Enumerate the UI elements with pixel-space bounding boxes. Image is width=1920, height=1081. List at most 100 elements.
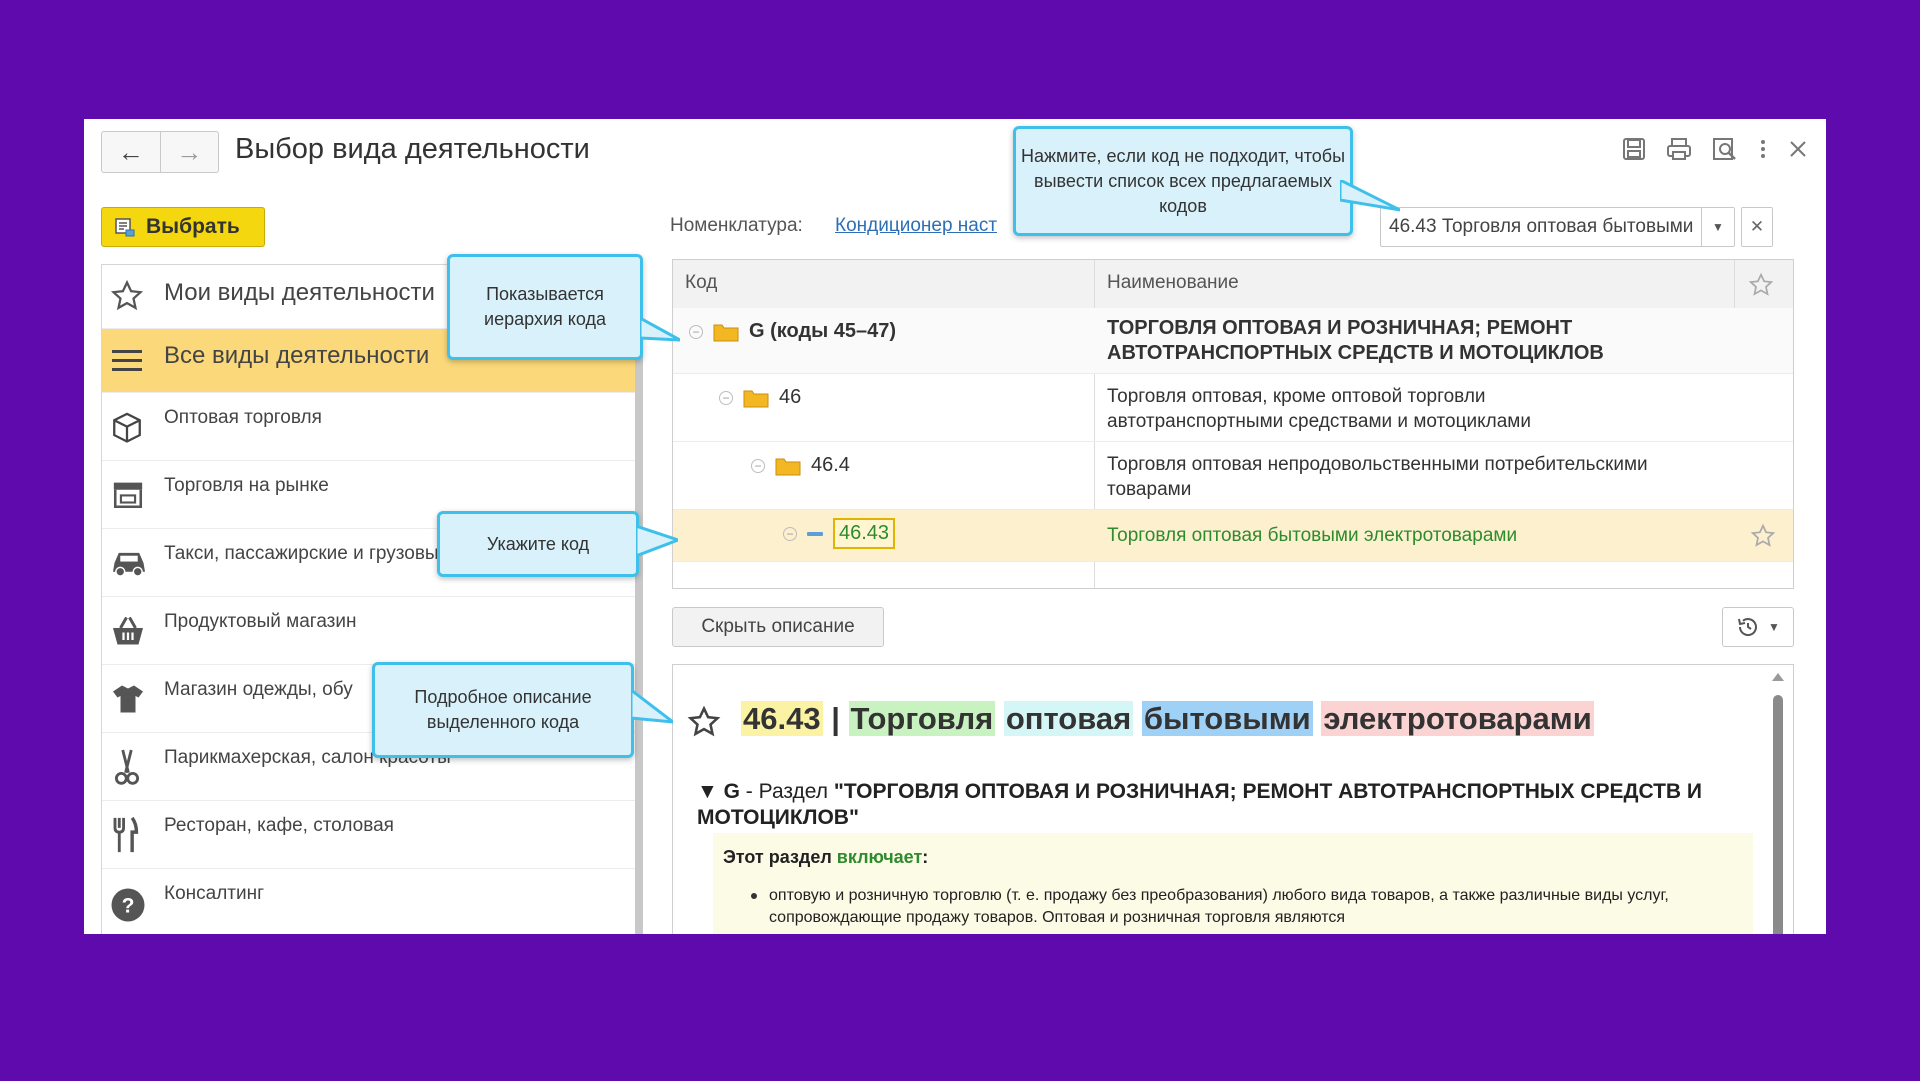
- save-icon[interactable]: [1622, 137, 1646, 161]
- callout-pointer: [640, 318, 680, 342]
- header-toolbar: [1622, 137, 1808, 161]
- description-pane: 46.43 | Торговля оптовая бытовыми электр…: [672, 664, 1794, 934]
- callout-details: Подробное описание выделенного кода: [372, 662, 634, 758]
- row-code: 46.4: [811, 454, 850, 476]
- sidebar-item-grocery[interactable]: Продуктовый магазин: [102, 597, 636, 665]
- question-icon: ?: [111, 888, 145, 922]
- callout-specify-code: Укажите код: [437, 511, 639, 577]
- back-button[interactable]: ←: [102, 132, 161, 172]
- clothing-icon: [113, 685, 143, 713]
- description-word: оптовая: [1003, 701, 1134, 736]
- row-name: Торговля оптовая непродовольственными по…: [1107, 454, 1648, 500]
- star-icon: [110, 279, 144, 311]
- forward-button[interactable]: →: [161, 132, 219, 172]
- code-select[interactable]: 46.43 Торговля оптовая бытовыми ▼: [1380, 207, 1735, 247]
- row-name: ТОРГОВЛЯ ОПТОВАЯ И РОЗНИЧНАЯ; РЕМОНТ АВТ…: [1107, 317, 1604, 364]
- select-icon: [115, 218, 135, 237]
- collapse-icon[interactable]: −: [751, 458, 765, 473]
- sidebar-item-label: Оптовая торговля: [164, 407, 322, 428]
- chevron-down-icon: ▼: [1712, 220, 1724, 234]
- includes-suffix: :: [922, 847, 929, 867]
- nomenclature-label: Номенклатура:: [670, 215, 803, 236]
- collapse-icon[interactable]: −: [689, 324, 703, 339]
- row-code: 46: [779, 386, 802, 408]
- sidebar-item-label: Все виды деятельности: [164, 342, 430, 369]
- description-code: 46.43: [741, 701, 823, 736]
- description-title: 46.43 | Торговля оптовая бытовыми электр…: [741, 701, 1594, 737]
- description-word: Торговля: [848, 701, 996, 736]
- includes-prefix: Этот раздел: [723, 847, 837, 867]
- leaf-item-icon: [807, 531, 823, 536]
- section-label: - Раздел: [739, 780, 834, 803]
- table-header: Код Наименование: [673, 260, 1793, 309]
- sidebar-item-label: Магазин одежды, обу: [164, 679, 353, 700]
- arrow-left-icon: ←: [117, 136, 144, 167]
- market-stall-icon: [113, 482, 143, 509]
- folder-icon: [775, 458, 801, 475]
- collapse-icon: −: [783, 526, 797, 541]
- collapse-icon[interactable]: −: [719, 390, 733, 405]
- nomenclature-link[interactable]: Кондиционер наст: [835, 215, 997, 237]
- history-icon: [1738, 618, 1758, 636]
- fork-knife-icon: [113, 816, 139, 853]
- window-title: Выбор вида деятельности: [235, 133, 590, 165]
- section-prefix: ▼ G: [697, 780, 740, 803]
- activity-selection-window: ← → Выбор вида деятельности Выбрать Мои …: [84, 119, 1826, 934]
- column-header-name[interactable]: Наименование: [1107, 272, 1239, 294]
- sidebar-item-label: Торговля на рынке: [164, 475, 329, 496]
- row-code: G (коды 45–47): [749, 320, 897, 342]
- menu-icon: [112, 350, 142, 371]
- row-name: Торговля оптовая, кроме оптовой торговли…: [1107, 386, 1531, 432]
- basket-icon: [113, 616, 143, 645]
- scissors-icon: [114, 749, 140, 785]
- table-row[interactable]: − 46.4 Торговля оптовая непродовольствен…: [673, 442, 1793, 510]
- sidebar-item-wholesale[interactable]: Оптовая торговля: [102, 393, 636, 461]
- column-header-code[interactable]: Код: [685, 272, 717, 294]
- star-icon[interactable]: [687, 705, 721, 739]
- close-icon[interactable]: [1788, 139, 1808, 159]
- dropdown-button[interactable]: ▼: [1701, 208, 1734, 246]
- svg-text:?: ?: [122, 895, 135, 918]
- print-icon[interactable]: [1666, 137, 1692, 161]
- description-section[interactable]: ▼ G - Раздел "ТОРГОВЛЯ ОПТОВАЯ И РОЗНИЧН…: [697, 779, 1737, 831]
- sidebar-item-label: Консалтинг: [164, 883, 265, 904]
- clear-code-button[interactable]: ✕: [1741, 207, 1773, 247]
- nav-buttons: ← →: [101, 131, 219, 173]
- section-title: "ТОРГОВЛЯ ОПТОВАЯ И РОЗНИЧНАЯ; РЕМОНТ АВ…: [697, 780, 1703, 829]
- description-word: бытовыми: [1141, 701, 1313, 736]
- table-row-selected[interactable]: − 46.43 Торговля оптовая бытовыми электр…: [673, 510, 1793, 562]
- row-name: Торговля оптовая бытовыми электротоварам…: [1107, 525, 1518, 546]
- code-select-value: 46.43 Торговля оптовая бытовыми: [1389, 216, 1694, 237]
- preview-icon[interactable]: [1712, 137, 1738, 161]
- select-button[interactable]: Выбрать: [101, 207, 265, 247]
- star-icon[interactable]: [1750, 523, 1776, 549]
- chevron-down-icon: ▼: [1768, 620, 1780, 634]
- callout-pointer: [1340, 180, 1400, 212]
- activity-code-table: Код Наименование − G (коды 45–47) ТОРГОВ…: [672, 259, 1794, 589]
- sidebar-item-label: Мои виды деятельности: [164, 279, 435, 306]
- sidebar-item-consulting[interactable]: ? Консалтинг: [102, 869, 636, 934]
- includes-bullet: оптовую и розничную торговлю (т. е. прод…: [769, 887, 1669, 926]
- scroll-up-arrow[interactable]: [1772, 673, 1784, 681]
- clear-icon: ✕: [1749, 217, 1765, 236]
- callout-hierarchy: Показывается иерархия кода: [447, 254, 643, 360]
- sidebar-item-restaurant[interactable]: Ресторан, кафе, столовая: [102, 801, 636, 869]
- table-row[interactable]: − 46 Торговля оптовая, кроме оптовой тор…: [673, 374, 1793, 442]
- more-icon[interactable]: [1758, 137, 1768, 161]
- callout-code-hint: Нажмите, если код не подходит, чтобы выв…: [1013, 126, 1353, 236]
- table-row[interactable]: − G (коды 45–47) ТОРГОВЛЯ ОПТОВАЯ И РОЗН…: [673, 308, 1793, 374]
- sidebar-item-label: Продуктовый магазин: [164, 611, 357, 632]
- history-button[interactable]: ▼: [1722, 607, 1794, 647]
- includes-label: Этот раздел включает:: [723, 847, 928, 868]
- sidebar-scrollbar[interactable]: [635, 264, 643, 934]
- star-icon[interactable]: [1748, 272, 1774, 298]
- callout-pointer: [636, 526, 678, 556]
- description-word: электротоварами: [1321, 701, 1594, 736]
- select-button-label: Выбрать: [146, 215, 240, 238]
- hide-description-button[interactable]: Скрыть описание: [672, 607, 884, 647]
- activity-category-list: Мои виды деятельности Все виды деятельно…: [101, 264, 636, 934]
- description-scrollbar[interactable]: [1773, 695, 1783, 934]
- sidebar-item-label: Ресторан, кафе, столовая: [164, 815, 394, 836]
- bullet-dot: [751, 893, 757, 899]
- folder-icon: [743, 390, 769, 407]
